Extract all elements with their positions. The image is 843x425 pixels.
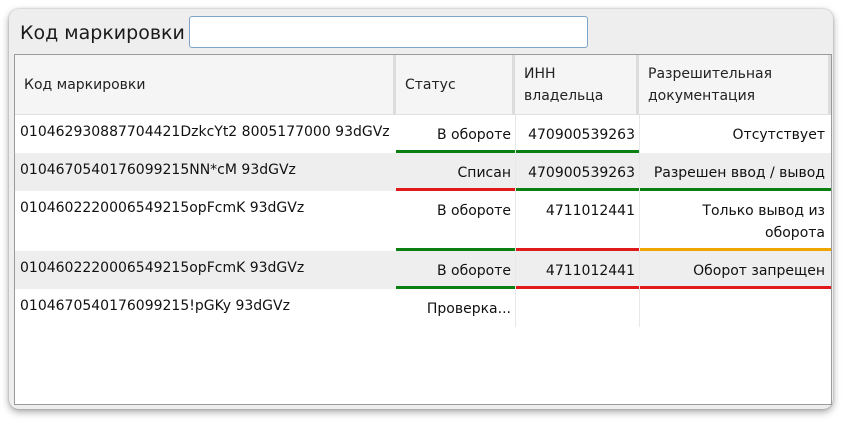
table-row[interactable]: 010462930887704421DzkcYt2 8005177000 93d… [15, 115, 831, 153]
status-text: В обороте [436, 263, 511, 279]
status-cell: В обороте [396, 191, 515, 251]
inn-text: 4711012441 [545, 263, 635, 279]
doc-text: Отсутствует [732, 127, 825, 143]
status-text: Проверка... [426, 301, 511, 317]
inn-cell: 4711012441 [515, 251, 639, 289]
status-text: В обороте [436, 127, 511, 143]
inn-cell: 470900539263 [515, 115, 639, 153]
doc-cell [639, 289, 831, 327]
marking-table: Код маркировки Статус ИНН владельца Разр… [14, 54, 832, 405]
doc-text: Только вывод из оборота [702, 203, 825, 241]
column-header-label: Статус [405, 76, 456, 93]
column-header-label: ИНН владельца [524, 65, 604, 104]
table-row[interactable]: 0104670540176099215!pGKy 93dGVz Проверка… [15, 289, 831, 327]
inn-cell: 470900539263 [515, 153, 639, 191]
status-cell: В обороте [396, 251, 515, 289]
column-header-inn[interactable]: ИНН владельца [515, 55, 639, 115]
doc-cell: Разрешен ввод / вывод [639, 153, 831, 191]
doc-text: Разрешен ввод / вывод [653, 165, 825, 181]
code-cell: 0104670540176099215!pGKy 93dGVz [20, 298, 290, 314]
status-cell: Списан [396, 153, 515, 191]
doc-cell: Оборот запрещен [639, 251, 831, 289]
column-header-code[interactable]: Код маркировки [15, 55, 396, 115]
status-cell: Проверка... [396, 289, 515, 327]
code-cell: 0104670540176099215NN*cM 93dGVz [20, 162, 296, 178]
inn-text: 470900539263 [528, 165, 635, 181]
inn-cell: 4711012441 [515, 191, 639, 251]
search-label: Код маркировки [20, 22, 185, 44]
inn-cell [515, 289, 639, 327]
app-window: Код маркировки Код маркировки Статус ИНН… [9, 9, 833, 409]
column-header-status[interactable]: Статус [396, 55, 515, 115]
status-cell: В обороте [396, 115, 515, 153]
doc-cell: Отсутствует [639, 115, 831, 153]
search-row: Код маркировки [20, 16, 588, 50]
code-cell: 0104602220006549215opFcmK 93dGVz [20, 200, 305, 216]
doc-cell: Только вывод из оборота [639, 191, 831, 251]
code-cell: 010462930887704421DzkcYt2 8005177000 93d… [20, 124, 390, 140]
status-text: В обороте [436, 203, 511, 219]
inn-text: 470900539263 [528, 127, 635, 143]
column-header-label: Разрешительная документация [648, 65, 772, 104]
column-header-docs[interactable]: Разрешительная документация [639, 55, 831, 115]
table-row[interactable]: 0104670540176099215NN*cM 93dGVz Списан 4… [15, 153, 831, 191]
code-cell: 0104602220006549215opFcmK 93dGVz [20, 260, 305, 276]
status-text: Списан [457, 165, 511, 181]
table-row[interactable]: 0104602220006549215opFcmK 93dGVz В оборо… [15, 251, 831, 289]
table-row[interactable]: 0104602220006549215opFcmK 93dGVz В оборо… [15, 191, 831, 251]
inn-text: 4711012441 [545, 203, 635, 219]
column-header-label: Код маркировки [24, 76, 146, 93]
search-input[interactable] [189, 16, 588, 48]
doc-text: Оборот запрещен [693, 263, 825, 279]
